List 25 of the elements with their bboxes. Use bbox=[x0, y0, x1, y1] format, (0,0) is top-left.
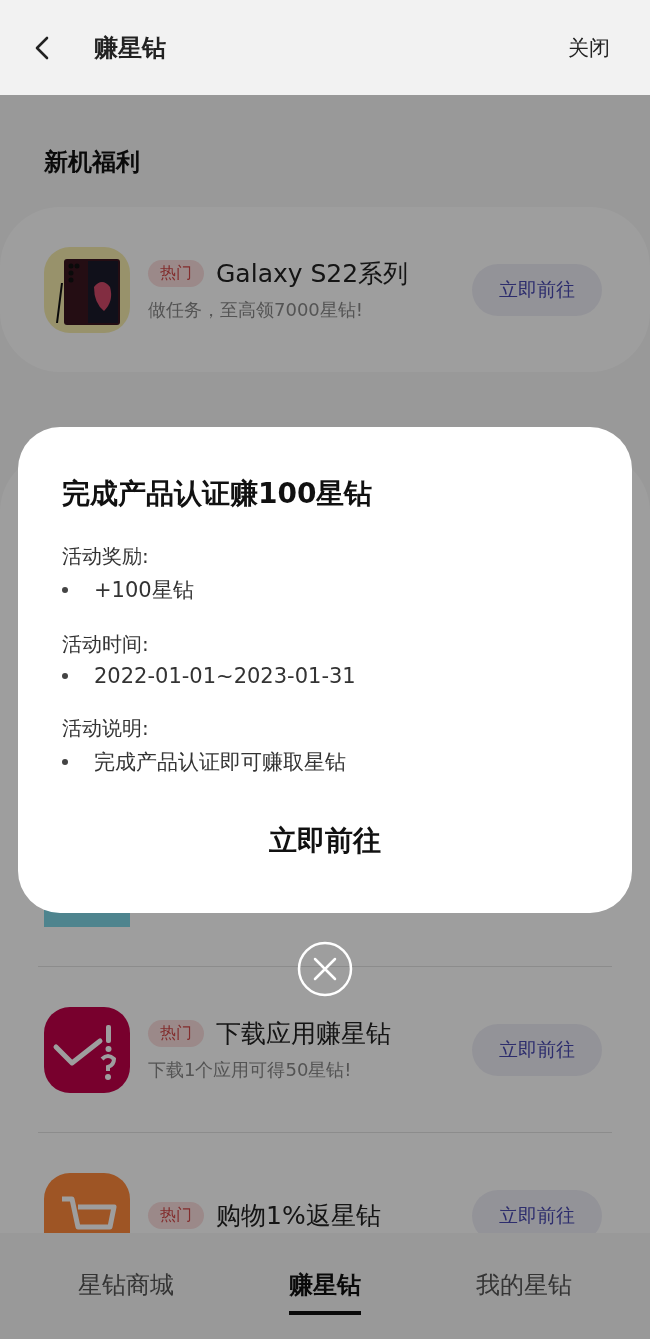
info-text: +100星钻 bbox=[94, 577, 194, 604]
info-text: 2022-01-01~2023-01-31 bbox=[94, 664, 356, 688]
info-text: 完成产品认证即可赚取星钻 bbox=[94, 749, 346, 776]
item-description: 做任务，至高领7000星钻! bbox=[148, 298, 365, 322]
tab[interactable]: 星钻商城 bbox=[77, 1257, 174, 1315]
go-button[interactable]: 立即前往 bbox=[472, 1023, 602, 1076]
info-label: 活动说明: bbox=[62, 715, 150, 742]
go-button[interactable]: 立即前往 bbox=[472, 1189, 602, 1233]
dialog-title: 完成产品认证赚100星钻 bbox=[62, 476, 374, 512]
tab[interactable]: 我的星钻 bbox=[476, 1257, 573, 1315]
item-title: 购物1%返星钻 bbox=[216, 1200, 381, 1232]
tab[interactable]: 赚星钻 bbox=[289, 1257, 361, 1315]
hot-tag: 热门 bbox=[148, 260, 204, 287]
section-heading: 新机福利 bbox=[43, 147, 141, 178]
info-label: 活动奖励: bbox=[62, 543, 150, 570]
go-button[interactable]: 立即前往 bbox=[472, 263, 602, 316]
info-label: 活动时间: bbox=[62, 631, 150, 658]
close-link[interactable]: 关闭 bbox=[568, 33, 610, 62]
item-title: Galaxy S22系列 bbox=[216, 258, 409, 290]
hot-tag: 热门 bbox=[148, 1202, 204, 1229]
item-description: 下载1个应用可得50星钻! bbox=[148, 1058, 353, 1082]
hot-tag: 热门 bbox=[148, 1020, 204, 1047]
page-title: 赚星钻 bbox=[94, 32, 167, 64]
item-title: 下载应用赚星钻 bbox=[216, 1018, 391, 1050]
go-button[interactable]: 立即前往 bbox=[269, 822, 381, 860]
